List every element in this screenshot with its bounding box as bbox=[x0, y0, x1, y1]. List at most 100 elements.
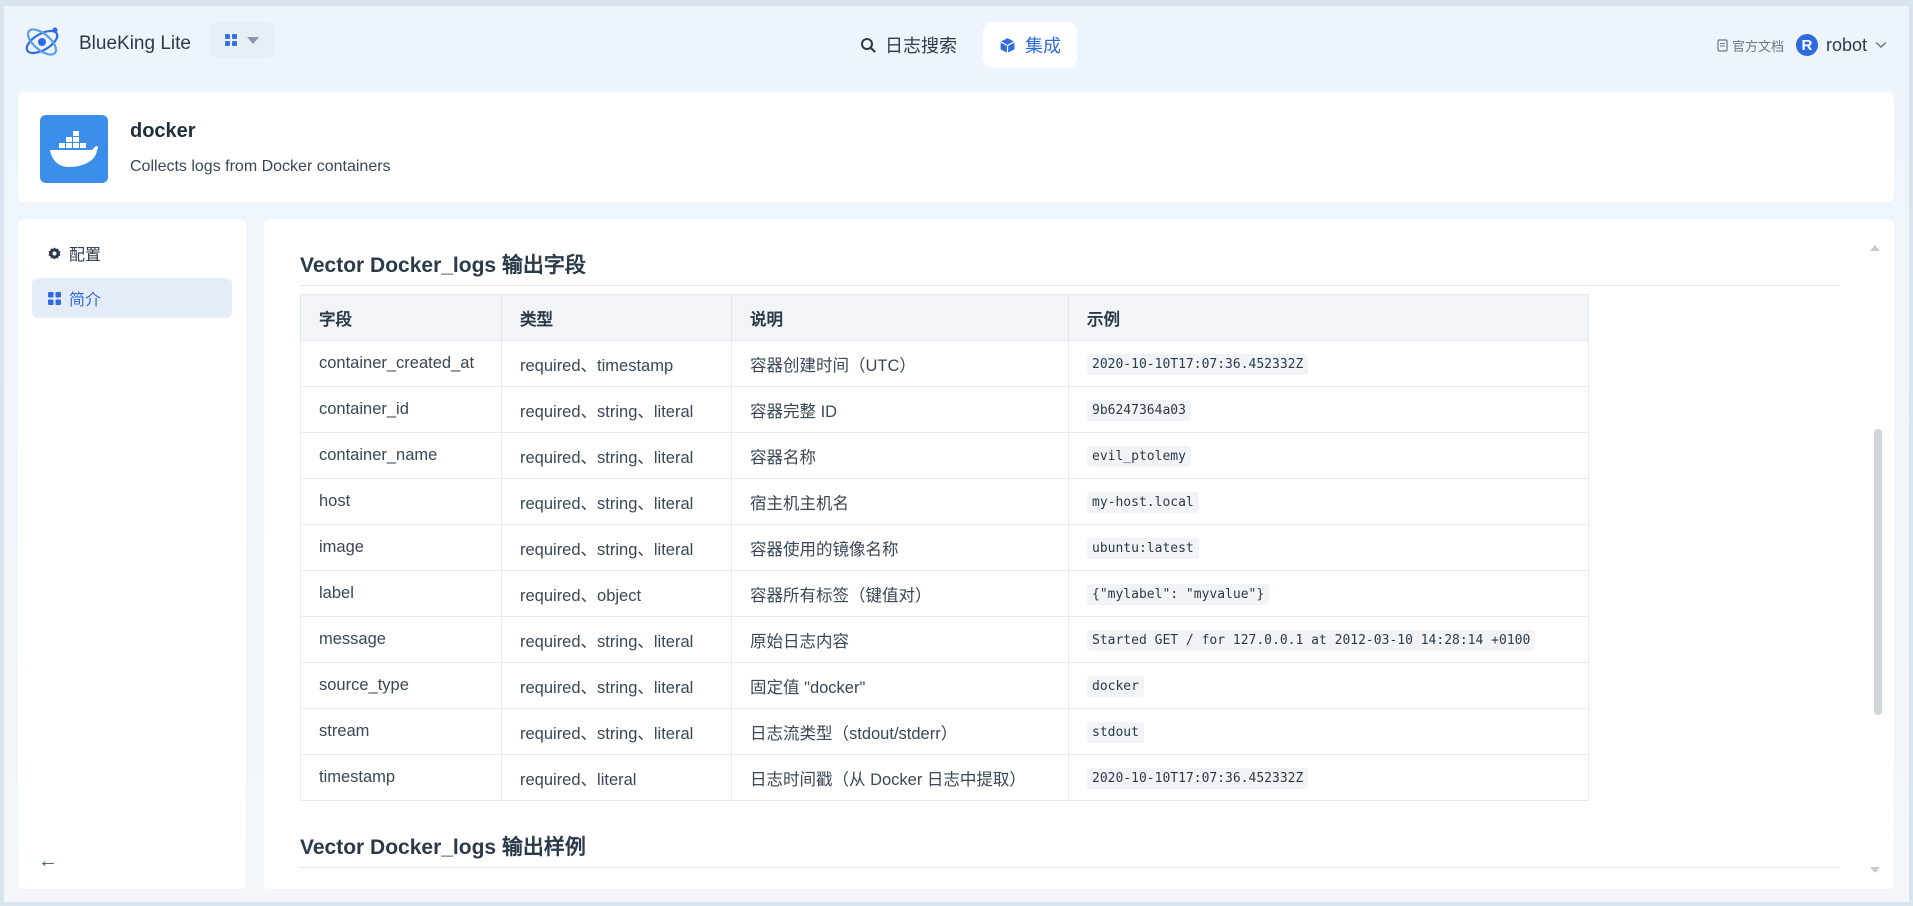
sidebar-item-config[interactable]: 配置 bbox=[32, 233, 232, 273]
cell-field: image bbox=[300, 524, 502, 571]
docs-link[interactable]: 官方文档 bbox=[1717, 36, 1784, 55]
table-row: container_created_at required、timestamp … bbox=[300, 340, 1589, 387]
scroll-down-arrow[interactable] bbox=[1870, 867, 1880, 873]
cell-field: host bbox=[300, 478, 502, 525]
cell-example: my-host.local bbox=[1068, 478, 1589, 525]
sidebar-item-intro[interactable]: 简介 bbox=[32, 278, 232, 318]
example-code: ubuntu:latest bbox=[1087, 538, 1199, 559]
docs-link-label: 官方文档 bbox=[1731, 38, 1784, 54]
cell-type: required、string、literal bbox=[501, 616, 732, 663]
cell-type: required、string、literal bbox=[501, 432, 732, 479]
app-window: BlueKing Lite 日志搜索 集成 官方文档 R robot docke… bbox=[0, 0, 1913, 906]
user-name: robot bbox=[1825, 34, 1867, 55]
cell-desc: 日志流类型（stdout/stderr） bbox=[731, 708, 1069, 755]
gear-icon bbox=[48, 246, 61, 260]
table-row: host required、string、literal 宿主机主机名 my-h… bbox=[300, 478, 1589, 525]
example-code: 2020-10-10T17:07:36.452332Z bbox=[1087, 768, 1309, 789]
avatar: R bbox=[1795, 34, 1818, 56]
main-nav: 日志搜索 集成 bbox=[844, 22, 1077, 68]
cell-type: required、literal bbox=[501, 754, 732, 801]
cell-desc: 容器完整 ID bbox=[731, 386, 1069, 433]
cell-example: docker bbox=[1068, 662, 1589, 709]
cell-example: Started GET / for 127.0.0.1 at 2012-03-1… bbox=[1068, 616, 1589, 663]
table-row: stream required、string、literal 日志流类型（std… bbox=[300, 708, 1589, 755]
section-title-sample: Vector Docker_logs 输出样例 bbox=[300, 831, 1840, 868]
example-code: 9b6247364a03 bbox=[1087, 400, 1191, 421]
example-code: my-host.local bbox=[1087, 492, 1199, 513]
column-header: 类型 bbox=[501, 294, 732, 341]
cell-type: required、string、literal bbox=[501, 386, 732, 433]
cell-example: 2020-10-10T17:07:36.452332Z bbox=[1068, 754, 1589, 801]
cell-desc: 原始日志内容 bbox=[731, 616, 1069, 663]
vertical-scrollbar-thumb[interactable] bbox=[1874, 429, 1882, 715]
nav-log-search-label: 日志搜索 bbox=[885, 36, 957, 56]
fields-table: 字段 类型 说明 示例 container_created_at require… bbox=[300, 294, 1589, 801]
docker-logo bbox=[40, 115, 108, 183]
cell-desc: 容器使用的镜像名称 bbox=[731, 524, 1069, 571]
example-code: Started GET / for 127.0.0.1 at 2012-03-1… bbox=[1087, 630, 1536, 651]
cell-desc: 容器创建时间（UTC） bbox=[731, 340, 1069, 387]
cell-example: {"mylabel": "myvalue"} bbox=[1068, 570, 1589, 617]
column-header: 示例 bbox=[1068, 294, 1589, 341]
sidebar-item-intro-label: 简介 bbox=[69, 292, 102, 309]
apps-grid-icon bbox=[225, 34, 237, 46]
user-menu[interactable]: R robot bbox=[1795, 34, 1887, 56]
cell-example: stdout bbox=[1068, 708, 1589, 755]
cell-desc: 固定值 "docker" bbox=[731, 662, 1069, 709]
example-code: docker bbox=[1087, 676, 1144, 697]
example-code: evil_ptolemy bbox=[1087, 446, 1191, 467]
cell-field: label bbox=[300, 570, 502, 617]
table-row: message required、string、literal 原始日志内容 S… bbox=[300, 616, 1589, 663]
brand-name: BlueKing Lite bbox=[79, 33, 191, 54]
document-icon bbox=[1717, 38, 1728, 52]
cell-field: container_id bbox=[300, 386, 502, 433]
app-switcher-button[interactable] bbox=[209, 22, 275, 58]
chevron-down-icon bbox=[247, 36, 259, 44]
cell-field: message bbox=[300, 616, 502, 663]
cell-example: evil_ptolemy bbox=[1068, 432, 1589, 479]
integration-header-card: docker Collects logs from Docker contain… bbox=[18, 92, 1894, 202]
cell-type: required、string、literal bbox=[501, 478, 732, 525]
top-header: BlueKing Lite 日志搜索 集成 官方文档 R robot bbox=[4, 6, 1909, 76]
integration-title: docker bbox=[130, 120, 196, 142]
sidebar-item-config-label: 配置 bbox=[69, 247, 102, 264]
cell-desc: 容器所有标签（键值对） bbox=[731, 570, 1069, 617]
nav-integration-label: 集成 bbox=[1025, 36, 1061, 56]
nav-integration[interactable]: 集成 bbox=[983, 22, 1077, 68]
search-icon bbox=[861, 38, 876, 53]
example-code: stdout bbox=[1087, 722, 1144, 743]
cell-field: container_name bbox=[300, 432, 502, 479]
column-header: 说明 bbox=[731, 294, 1069, 341]
cell-field: container_created_at bbox=[300, 340, 502, 387]
back-arrow-icon[interactable]: ← bbox=[38, 850, 58, 873]
table-header-row: 字段 类型 说明 示例 bbox=[300, 294, 1589, 341]
blueking-logo-icon[interactable] bbox=[22, 22, 62, 60]
table-row: timestamp required、literal 日志时间戳（从 Docke… bbox=[300, 754, 1589, 801]
cell-desc: 宿主机主机名 bbox=[731, 478, 1069, 525]
section-title-fields: Vector Docker_logs 输出字段 bbox=[300, 249, 1840, 286]
table-row: label required、object 容器所有标签（键值对） {"myla… bbox=[300, 570, 1589, 617]
detail-sidebar: 配置 简介 ← bbox=[18, 219, 246, 889]
scroll-up-arrow[interactable] bbox=[1870, 245, 1880, 251]
cell-field: timestamp bbox=[300, 754, 502, 801]
docker-whale-icon bbox=[50, 131, 99, 167]
cube-icon bbox=[1000, 37, 1015, 53]
cell-field: stream bbox=[300, 708, 502, 755]
chevron-down-icon bbox=[1875, 41, 1887, 49]
cell-type: required、string、literal bbox=[501, 708, 732, 755]
example-code: 2020-10-10T17:07:36.452332Z bbox=[1087, 354, 1309, 375]
table-row: source_type required、string、literal 固定值 … bbox=[300, 662, 1589, 709]
cell-type: required、string、literal bbox=[501, 524, 732, 571]
cell-example: 9b6247364a03 bbox=[1068, 386, 1589, 433]
table-row: container_name required、string、literal 容… bbox=[300, 432, 1589, 479]
example-code: {"mylabel": "myvalue"} bbox=[1087, 584, 1270, 605]
cell-desc: 日志时间戳（从 Docker 日志中提取） bbox=[731, 754, 1069, 801]
cell-example: ubuntu:latest bbox=[1068, 524, 1589, 571]
cell-type: required、timestamp bbox=[501, 340, 732, 387]
main-content: Vector Docker_logs 输出字段 字段 类型 说明 示例 cont… bbox=[264, 219, 1894, 889]
grid-icon bbox=[48, 291, 61, 305]
column-header: 字段 bbox=[300, 294, 502, 341]
table-row: container_id required、string、literal 容器完… bbox=[300, 386, 1589, 433]
integration-description: Collects logs from Docker containers bbox=[130, 158, 391, 175]
nav-log-search[interactable]: 日志搜索 bbox=[844, 22, 973, 68]
